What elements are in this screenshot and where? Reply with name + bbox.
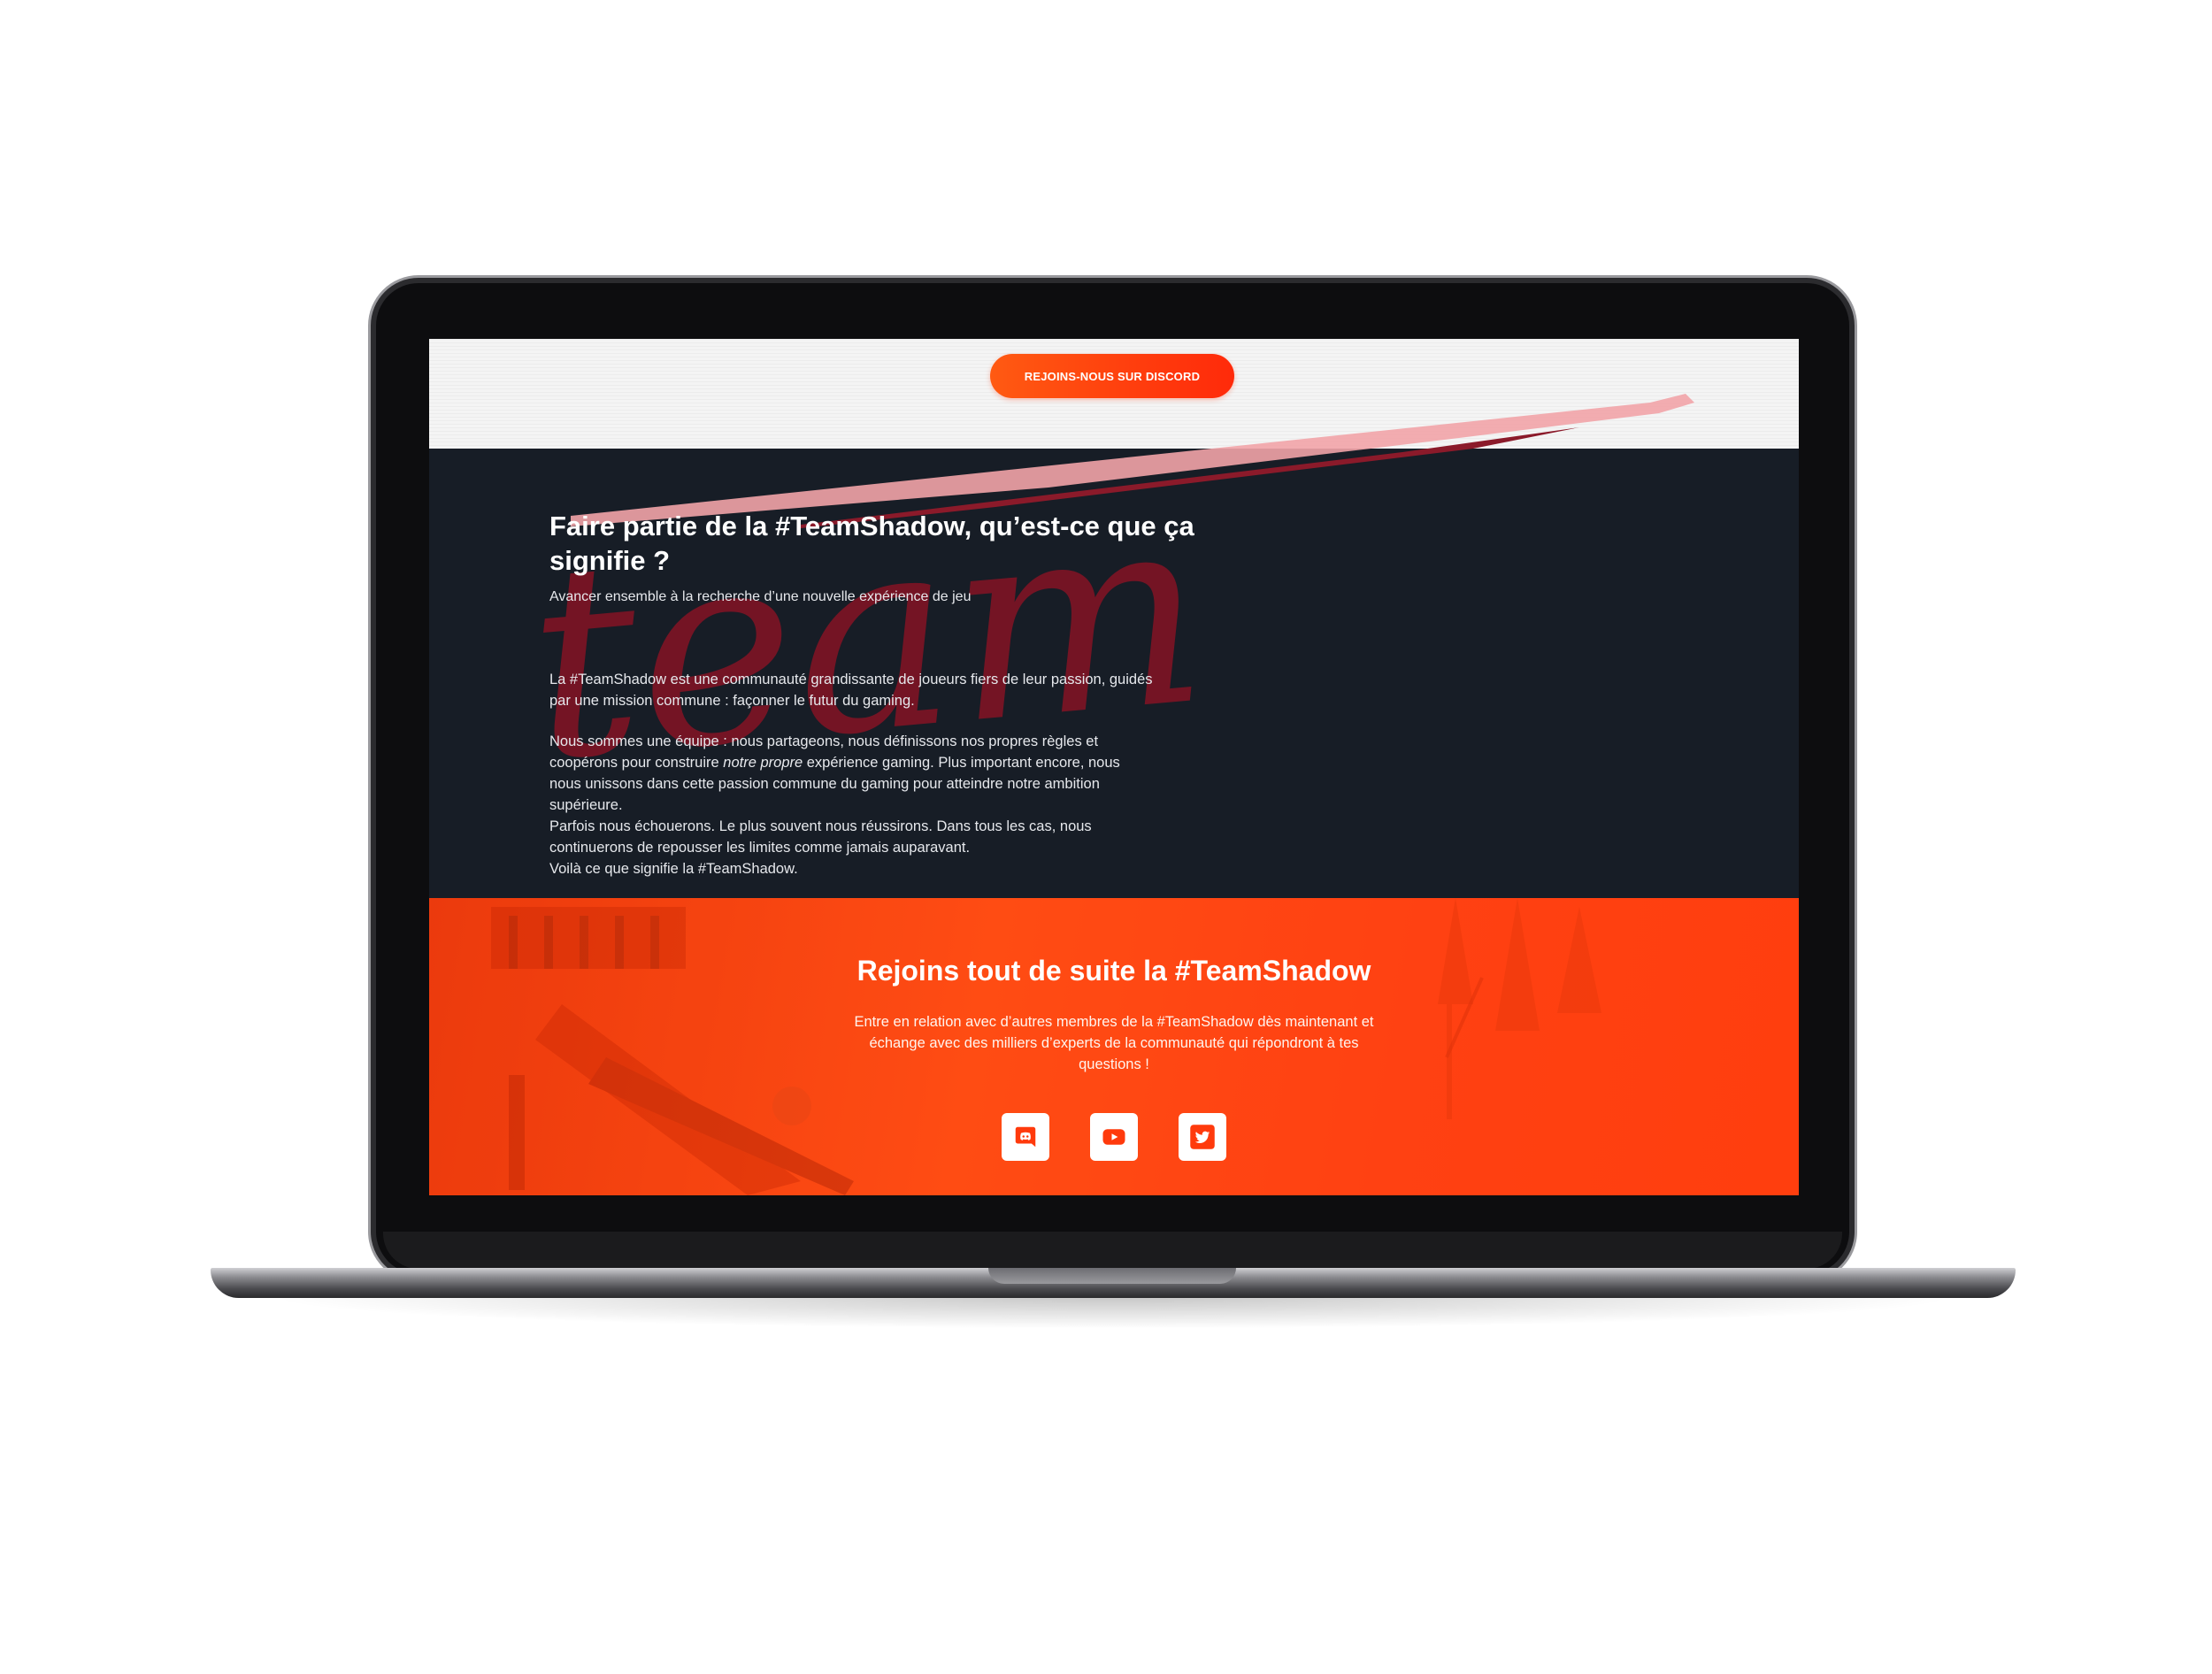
join-title: Rejoins tout de suite la #TeamShadow bbox=[856, 955, 1371, 987]
discord-link[interactable] bbox=[1002, 1113, 1049, 1161]
paragraph-line: supérieure. bbox=[549, 796, 623, 813]
paragraph-team: Nous sommes une équipe : nous partageons… bbox=[549, 731, 1240, 879]
discord-join-button[interactable]: REJOINS-NOUS SUR DISCORD bbox=[990, 354, 1234, 398]
laptop-shadow bbox=[265, 1297, 1961, 1329]
laptop-bezel-bottom bbox=[383, 1232, 1842, 1269]
screen: REJOINS-NOUS SUR DISCORD team Faire part… bbox=[429, 339, 1799, 1195]
page-title: Faire partie de la #TeamShadow, qu’est-c… bbox=[549, 511, 1194, 576]
top-banner: REJOINS-NOUS SUR DISCORD bbox=[429, 339, 1799, 449]
youtube-link[interactable] bbox=[1090, 1113, 1138, 1161]
join-text-line: échange avec des milliers d’experts de l… bbox=[869, 1035, 1359, 1051]
join-text-line: questions ! bbox=[1079, 1056, 1149, 1072]
paragraph-intro: La #TeamShadow est une communauté grandi… bbox=[549, 669, 1240, 711]
page-subtitle: Avancer ensemble à la recherche d’une no… bbox=[549, 588, 972, 604]
paragraph-line: coopérons pour construire bbox=[549, 754, 724, 771]
emphasis-text: notre propre bbox=[723, 754, 803, 771]
paragraph-line: Parfois nous échouerons. Le plus souvent… bbox=[549, 818, 1092, 834]
about-content: Faire partie de la #TeamShadow, qu’est-c… bbox=[549, 510, 1240, 879]
paragraph-line: expérience gaming. Plus important encore… bbox=[803, 754, 1120, 771]
laptop-notch bbox=[988, 1268, 1236, 1284]
paragraph-line: La #TeamShadow est une communauté grandi… bbox=[549, 671, 1153, 687]
social-links bbox=[429, 1113, 1799, 1163]
join-text-line: Entre en relation avec d’autres membres … bbox=[854, 1014, 1374, 1030]
twitter-link[interactable] bbox=[1179, 1113, 1226, 1161]
paragraph-line: Nous sommes une équipe : nous partageons… bbox=[549, 733, 1099, 749]
join-section: Rejoins tout de suite la #TeamShadow Ent… bbox=[429, 898, 1799, 1195]
join-text: Entre en relation avec d’autres membres … bbox=[826, 1011, 1402, 1075]
paragraph-line: continuerons de repousser les limites co… bbox=[549, 839, 971, 856]
paragraph-line: nous unissons dans cette passion commune… bbox=[549, 775, 1100, 792]
youtube-icon bbox=[1102, 1129, 1125, 1145]
paragraph-line: par une mission commune : façonner le fu… bbox=[549, 692, 915, 709]
discord-icon bbox=[1015, 1126, 1036, 1148]
twitter-icon bbox=[1190, 1125, 1215, 1149]
paragraph-line: Voilà ce que signifie la #TeamShadow. bbox=[549, 860, 798, 877]
